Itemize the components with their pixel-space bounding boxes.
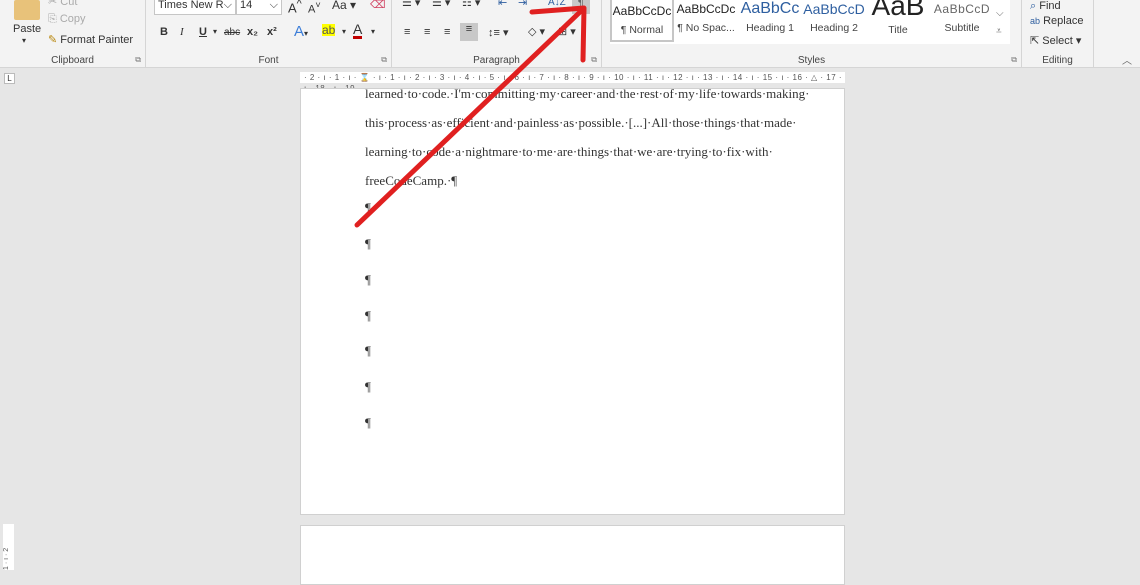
annotation-arrow xyxy=(354,5,587,228)
arrow-shaft xyxy=(354,9,583,228)
